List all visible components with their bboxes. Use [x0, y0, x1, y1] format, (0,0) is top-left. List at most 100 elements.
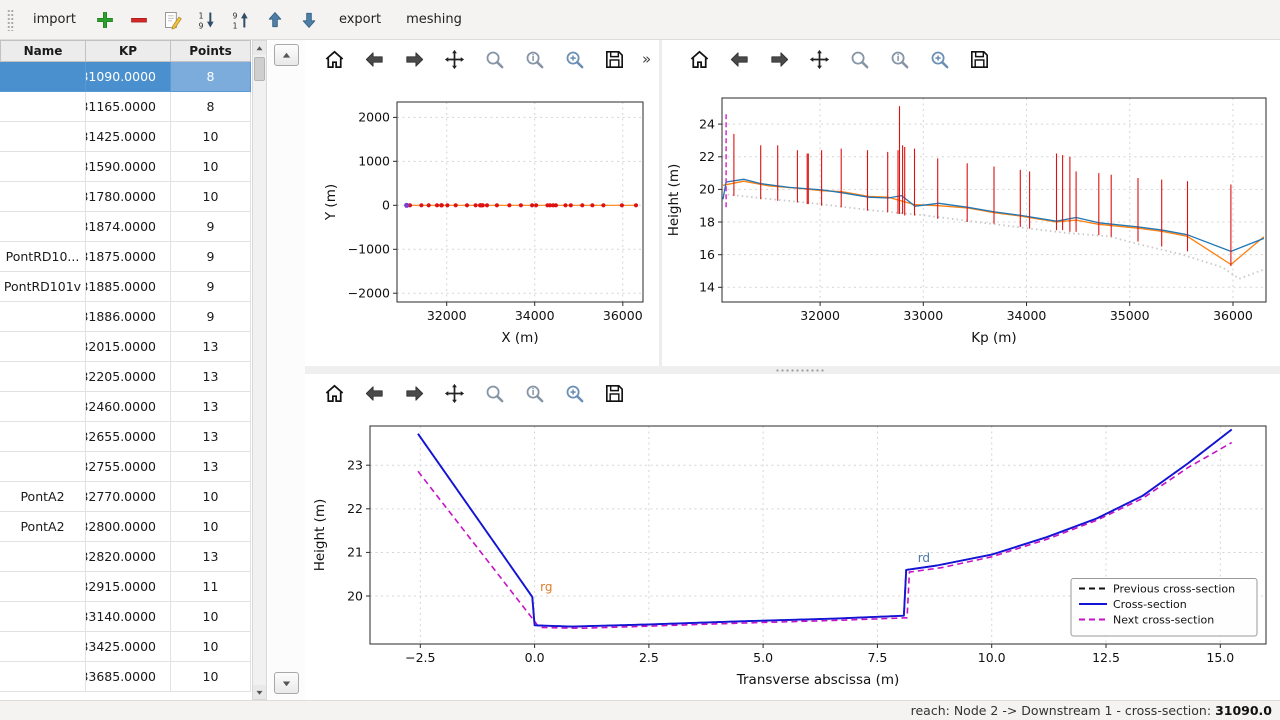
- scrollbar-down-icon[interactable]: [253, 685, 266, 699]
- horizontal-splitter[interactable]: [305, 366, 1280, 374]
- forward-button[interactable]: [401, 46, 428, 73]
- cell-points: 11: [171, 572, 251, 602]
- pan-button[interactable]: [806, 46, 833, 73]
- zoom-info-button[interactable]: i: [521, 46, 548, 73]
- back-button[interactable]: [361, 380, 388, 407]
- home-button[interactable]: [686, 46, 713, 73]
- edit-icon[interactable]: [161, 7, 186, 32]
- cell-name: [0, 632, 86, 662]
- table-row[interactable]: 33685.000010: [0, 662, 251, 692]
- cell-points: 10: [171, 182, 251, 212]
- table-row[interactable]: 32460.000013: [0, 392, 251, 422]
- table-row[interactable]: 33140.000010: [0, 602, 251, 632]
- zoom-info-button[interactable]: i: [886, 46, 913, 73]
- table-row[interactable]: 32755.000013: [0, 452, 251, 482]
- zoom-info-button[interactable]: i: [521, 380, 548, 407]
- table-row[interactable]: 31874.00009: [0, 212, 251, 242]
- menu-item-meshing[interactable]: meshing: [398, 8, 470, 31]
- cell-points: 13: [171, 332, 251, 362]
- zoom-plus-button[interactable]: [561, 46, 588, 73]
- move-up-button[interactable]: [274, 44, 299, 66]
- zoom-plus-button[interactable]: [926, 46, 953, 73]
- cell-kp: 32800.0000: [86, 512, 171, 542]
- home-button[interactable]: [321, 380, 348, 407]
- menu-item-import[interactable]: import: [25, 8, 84, 31]
- table-row[interactable]: 31165.00008: [0, 92, 251, 122]
- table-row[interactable]: 31886.00009: [0, 302, 251, 332]
- cell-name: [0, 302, 86, 332]
- table-row[interactable]: 31590.000010: [0, 152, 251, 182]
- column-header-kp[interactable]: KP: [86, 40, 171, 62]
- table-row[interactable]: 31780.000010: [0, 182, 251, 212]
- table-row[interactable]: 31425.000010: [0, 122, 251, 152]
- cell-name: [0, 542, 86, 572]
- scrollbar-thumb[interactable]: [254, 57, 265, 81]
- table-row[interactable]: 32655.000013: [0, 422, 251, 452]
- arrow-up-icon[interactable]: [263, 7, 288, 32]
- svg-text:20: 20: [699, 182, 715, 197]
- svg-text:i: i: [897, 54, 900, 64]
- svg-text:1000: 1000: [358, 154, 390, 169]
- zoom-button[interactable]: [481, 380, 508, 407]
- cell-kp: 31875.0000: [86, 242, 171, 272]
- back-button[interactable]: [726, 46, 753, 73]
- home-button[interactable]: [321, 46, 348, 73]
- toolbar-overflow-button[interactable]: »: [642, 50, 651, 68]
- main-toolbar: import 19 91 export meshing: [0, 0, 1280, 40]
- table-row[interactable]: PontRD10...31875.00009: [0, 242, 251, 272]
- save-button[interactable]: [601, 46, 628, 73]
- plan-view-chart[interactable]: 320003400036000−2000−1000010002000X (m)Y…: [305, 78, 659, 366]
- back-button[interactable]: [361, 46, 388, 73]
- svg-text:1: 1: [199, 11, 204, 20]
- table-row[interactable]: 32915.000011: [0, 572, 251, 602]
- svg-text:12.5: 12.5: [1092, 650, 1120, 665]
- splitter-grip-icon[interactable]: [775, 369, 825, 372]
- cell-kp: 32655.0000: [86, 422, 171, 452]
- svg-text:i: i: [532, 388, 535, 398]
- table-row[interactable]: PontA232770.000010: [0, 482, 251, 512]
- forward-button[interactable]: [766, 46, 793, 73]
- remove-icon[interactable]: [127, 7, 152, 32]
- cell-points: 9: [171, 242, 251, 272]
- section-navigation-column: [268, 40, 305, 700]
- table-row[interactable]: 32820.000013: [0, 542, 251, 572]
- table-row[interactable]: 33425.000010: [0, 632, 251, 662]
- scrollbar-up-icon[interactable]: [253, 41, 266, 55]
- save-button[interactable]: [601, 380, 628, 407]
- table-row[interactable]: 32015.000013: [0, 332, 251, 362]
- table-row[interactable]: PontRD101v31885.00009: [0, 272, 251, 302]
- menu-item-export[interactable]: export: [331, 8, 389, 31]
- cell-points: 13: [171, 452, 251, 482]
- cell-kp: 32820.0000: [86, 542, 171, 572]
- svg-text:32000: 32000: [427, 308, 467, 323]
- cell-points: 10: [171, 632, 251, 662]
- column-header-name[interactable]: Name: [0, 40, 86, 62]
- column-header-points[interactable]: Points: [171, 40, 251, 62]
- sort-descending-icon[interactable]: 91: [229, 7, 254, 32]
- save-button[interactable]: [966, 46, 993, 73]
- forward-button[interactable]: [401, 380, 428, 407]
- svg-text:21: 21: [347, 545, 363, 560]
- pan-button[interactable]: [441, 380, 468, 407]
- cell-points: 13: [171, 422, 251, 452]
- longitudinal-profile-chart[interactable]: 3200033000340003500036000141618202224Kp …: [662, 78, 1280, 366]
- add-icon[interactable]: [93, 7, 118, 32]
- pan-button[interactable]: [441, 46, 468, 73]
- table-row[interactable]: 32205.000013: [0, 362, 251, 392]
- table-scrollbar[interactable]: [252, 40, 267, 700]
- move-down-button[interactable]: [274, 672, 299, 694]
- sort-ascending-icon[interactable]: 19: [195, 7, 220, 32]
- table-row[interactable]: PontA232800.000010: [0, 512, 251, 542]
- zoom-plus-button[interactable]: [561, 380, 588, 407]
- cell-kp: 33685.0000: [86, 662, 171, 692]
- table-header: NameKPPoints: [0, 40, 251, 62]
- table-row[interactable]: 31090.00008: [0, 62, 251, 92]
- svg-text:Cross-section: Cross-section: [1113, 598, 1187, 611]
- cross-section-chart[interactable]: −2.50.02.55.07.510.012.515.020212223Tran…: [305, 412, 1280, 700]
- cell-kp: 31090.0000: [86, 62, 171, 92]
- zoom-button[interactable]: [481, 46, 508, 73]
- cross-sections-table-panel: NameKPPoints 31090.0000831165.0000831425…: [0, 40, 251, 700]
- arrow-down-icon[interactable]: [297, 7, 322, 32]
- zoom-button[interactable]: [846, 46, 873, 73]
- svg-text:2.5: 2.5: [639, 650, 659, 665]
